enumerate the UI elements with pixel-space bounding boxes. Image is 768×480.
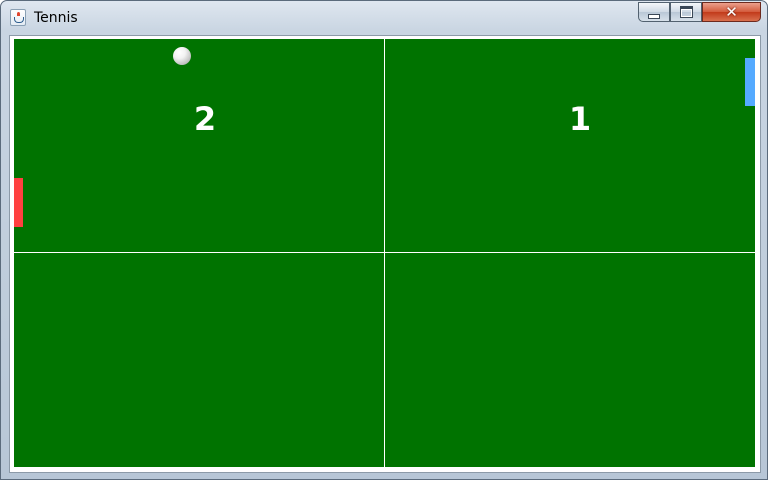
ball — [173, 47, 191, 65]
maximize-button[interactable] — [670, 2, 702, 22]
right-paddle — [745, 58, 755, 106]
minimize-button[interactable] — [638, 2, 670, 22]
minimize-icon — [648, 13, 660, 19]
close-button[interactable]: ✕ — [702, 2, 761, 22]
title-bar[interactable]: Tennis ✕ — [1, 1, 767, 35]
java-cup-icon[interactable] — [10, 9, 26, 26]
score-left-player: 2 — [193, 100, 217, 138]
court-center-line-vertical — [384, 39, 385, 467]
window-title: Tennis — [34, 10, 78, 26]
maximize-icon — [679, 6, 693, 18]
score-right-player: 1 — [568, 100, 592, 138]
close-icon: ✕ — [725, 2, 738, 21]
court-center-line-horizontal — [14, 252, 755, 253]
tennis-court[interactable]: 2 1 — [14, 39, 755, 467]
left-paddle — [14, 178, 23, 227]
